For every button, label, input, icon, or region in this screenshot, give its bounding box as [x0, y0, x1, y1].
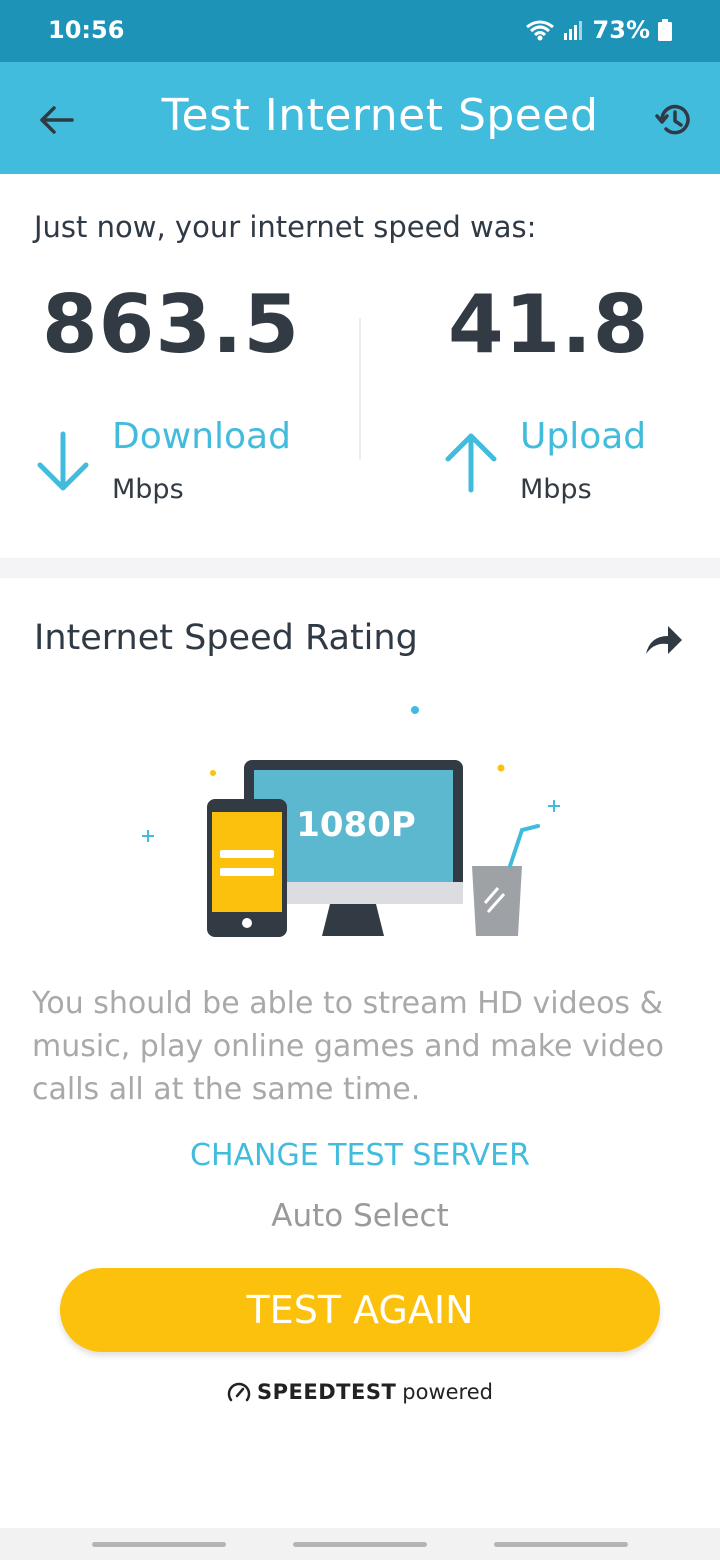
page-title: Test Internet Speed [161, 90, 599, 141]
rating-description: You should be able to stream HD videos &… [32, 986, 664, 1107]
history-icon [655, 104, 690, 135]
status-time: 10:56 [48, 16, 125, 44]
speedtest-powered-badge: SPEEDTEST powered [0, 1380, 720, 1404]
streaming-illustration: 1080P [142, 706, 560, 937]
upload-label: Upload [520, 416, 647, 457]
signal-icon [563, 21, 582, 40]
nav-home-button[interactable] [293, 1542, 427, 1547]
app-bar: Test Internet Speed [0, 62, 720, 174]
change-test-server-link[interactable]: CHANGE TEST SERVER [0, 1138, 720, 1173]
status-bar: 10:56 73% [0, 0, 720, 62]
section-divider [0, 558, 720, 578]
speed-rating-card: Internet Speed Rating 1080P You should b… [0, 578, 720, 1528]
nav-back-button[interactable] [494, 1542, 628, 1547]
speedometer-icon [227, 1382, 251, 1402]
result-heading: Just now, your internet speed was: [34, 210, 537, 244]
status-icons: 73% [525, 16, 672, 44]
nav-recents-button[interactable] [92, 1542, 226, 1547]
speedtest-brand: SPEEDTEST [257, 1380, 397, 1404]
server-selection-value: Auto Select [271, 1198, 449, 1234]
speed-result-card: Just now, your internet speed was: 863.5… [0, 174, 720, 558]
upload-arrow-icon [445, 433, 497, 493]
share-button[interactable] [642, 620, 686, 660]
battery-icon [658, 19, 672, 41]
download-label: Download [112, 416, 291, 457]
upload-unit: Mbps [520, 474, 592, 505]
system-nav-bar [0, 1528, 720, 1560]
resolution-label: 1080P [296, 805, 416, 845]
download-arrow-icon [37, 431, 89, 491]
battery-percent: 73% [592, 16, 650, 44]
download-speed-value: 863.5 [42, 278, 301, 371]
divider [359, 318, 361, 460]
history-button[interactable] [648, 94, 700, 146]
upload-speed-value: 41.8 [448, 278, 650, 371]
download-unit: Mbps [112, 474, 184, 505]
test-again-button[interactable]: TEST AGAIN [60, 1268, 660, 1352]
share-icon [646, 626, 682, 654]
wifi-icon [525, 20, 554, 41]
rating-title: Internet Speed Rating [34, 618, 418, 658]
powered-text: powered [402, 1380, 493, 1404]
